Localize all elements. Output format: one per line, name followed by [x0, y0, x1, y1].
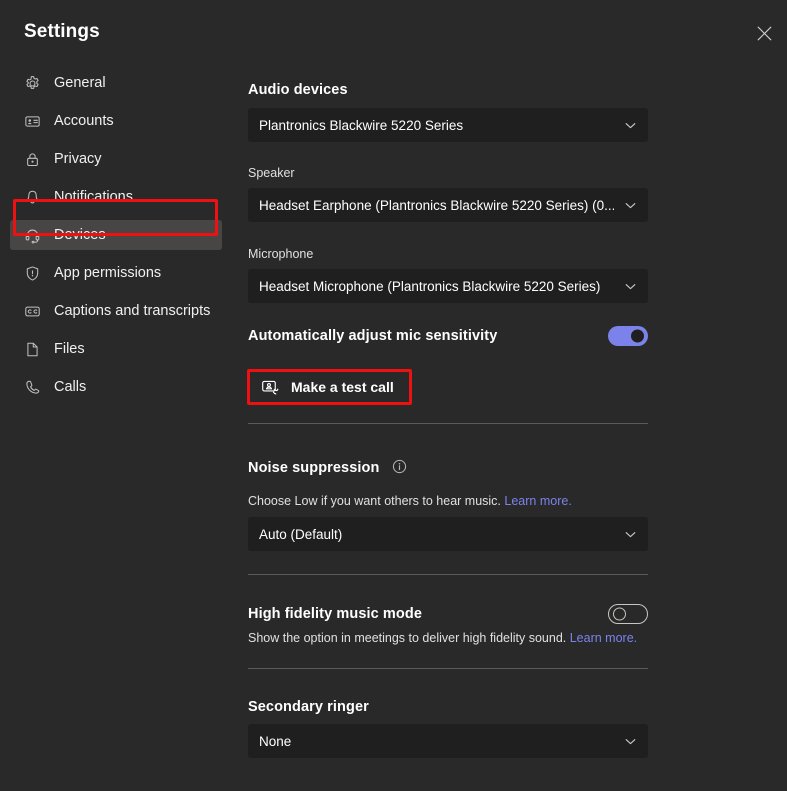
sidebar-item-label: Accounts: [54, 112, 114, 129]
high-fidelity-toggle[interactable]: [608, 604, 648, 624]
divider: [248, 574, 648, 575]
high-fidelity-heading: High fidelity music mode: [248, 606, 423, 622]
microphone-label: Microphone: [248, 247, 314, 261]
audio-devices-value: Plantronics Blackwire 5220 Series: [259, 117, 464, 133]
toggle-knob: [631, 329, 644, 343]
noise-suppression-heading-row: Noise suppression: [248, 459, 407, 477]
noise-suppression-learn-more-link[interactable]: Learn more.: [504, 494, 571, 508]
sidebar-item-label: App permissions: [54, 264, 162, 281]
noise-suppression-description: Choose Low if you want others to hear mu…: [248, 494, 501, 508]
gear-icon: [23, 74, 41, 92]
sidebar-item-accounts[interactable]: Accounts: [10, 106, 222, 136]
info-icon[interactable]: [392, 459, 407, 474]
chevron-down-icon: [623, 279, 637, 293]
auto-mic-sensitivity-row: Automatically adjust mic sensitivity: [248, 326, 648, 346]
sidebar-item-notifications[interactable]: Notifications: [10, 182, 222, 212]
closed-caption-icon: [23, 302, 41, 320]
microphone-dropdown[interactable]: Headset Microphone (Plantronics Blackwir…: [248, 269, 648, 303]
high-fidelity-description-row: Show the option in meetings to deliver h…: [248, 631, 637, 645]
headset-icon: [23, 226, 41, 244]
auto-mic-sensitivity-toggle[interactable]: [608, 326, 648, 346]
sidebar-item-label: Calls: [54, 378, 87, 395]
divider: [248, 423, 648, 424]
chevron-down-icon: [623, 527, 637, 541]
make-test-call-label: Make a test call: [291, 379, 394, 395]
sidebar-item-files[interactable]: Files: [10, 334, 222, 364]
secondary-ringer-heading: Secondary ringer: [248, 699, 369, 715]
high-fidelity-row: High fidelity music mode: [248, 604, 648, 624]
id-card-icon: [23, 112, 41, 130]
audio-devices-dropdown[interactable]: Plantronics Blackwire 5220 Series: [248, 108, 648, 142]
toggle-knob: [613, 607, 626, 621]
speaker-value: Headset Earphone (Plantronics Blackwire …: [259, 197, 614, 213]
make-test-call-button[interactable]: Make a test call: [250, 371, 407, 403]
settings-sidebar: General Accounts Privacy Notifications D…: [0, 68, 232, 402]
lock-icon: [23, 150, 41, 168]
sidebar-item-general[interactable]: General: [10, 68, 222, 98]
noise-suppression-value: Auto (Default): [259, 526, 343, 542]
microphone-value: Headset Microphone (Plantronics Blackwir…: [259, 278, 601, 294]
speaker-label: Speaker: [248, 166, 295, 180]
sidebar-item-label: Captions and transcripts: [54, 302, 211, 319]
chevron-down-icon: [623, 118, 637, 132]
divider: [248, 668, 648, 669]
sidebar-item-devices[interactable]: Devices: [10, 220, 222, 250]
chevron-down-icon: [623, 198, 637, 212]
sidebar-item-label: Devices: [54, 226, 106, 243]
sidebar-item-privacy[interactable]: Privacy: [10, 144, 222, 174]
sidebar-item-calls[interactable]: Calls: [10, 372, 222, 402]
noise-suppression-description-row: Choose Low if you want others to hear mu…: [248, 494, 572, 508]
chevron-down-icon: [623, 734, 637, 748]
file-icon: [23, 340, 41, 358]
sidebar-item-label: Privacy: [54, 150, 102, 167]
shield-icon: [23, 264, 41, 282]
sidebar-item-label: Files: [54, 340, 85, 357]
secondary-ringer-dropdown[interactable]: None: [248, 724, 648, 758]
noise-suppression-heading: Noise suppression: [248, 460, 380, 476]
settings-dialog: Settings General Accounts Privacy Notifi…: [0, 0, 787, 791]
close-icon[interactable]: [748, 17, 780, 49]
sidebar-item-captions-and-transcripts[interactable]: Captions and transcripts: [10, 296, 222, 326]
bell-icon: [23, 188, 41, 206]
page-title: Settings: [24, 21, 100, 42]
sidebar-item-label: General: [54, 74, 106, 91]
phone-icon: [23, 378, 41, 396]
test-call-icon: [261, 378, 280, 397]
audio-devices-heading: Audio devices: [248, 82, 348, 98]
sidebar-item-label: Notifications: [54, 188, 133, 205]
noise-suppression-dropdown[interactable]: Auto (Default): [248, 517, 648, 551]
secondary-ringer-value: None: [259, 733, 292, 749]
auto-mic-sensitivity-label: Automatically adjust mic sensitivity: [248, 328, 498, 344]
speaker-dropdown[interactable]: Headset Earphone (Plantronics Blackwire …: [248, 188, 648, 222]
sidebar-item-app-permissions[interactable]: App permissions: [10, 258, 222, 288]
high-fidelity-learn-more-link[interactable]: Learn more.: [570, 631, 637, 645]
high-fidelity-description: Show the option in meetings to deliver h…: [248, 631, 567, 645]
